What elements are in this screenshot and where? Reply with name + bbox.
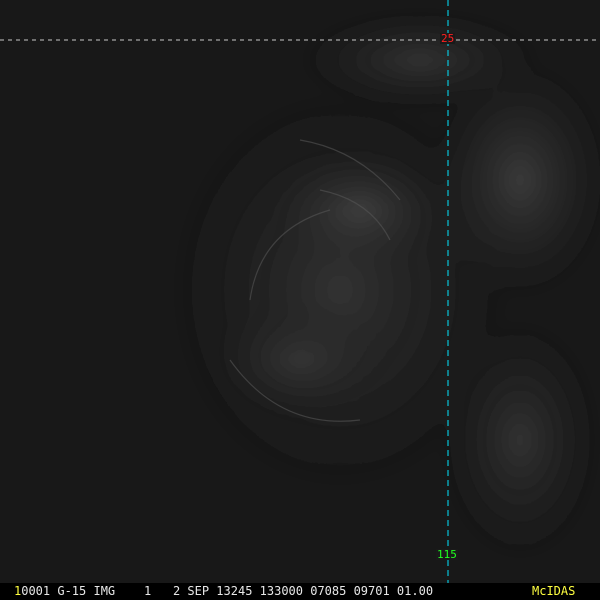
image-info: 0001 G-15 IMG 1 2 SEP 13245 133000 07085… xyxy=(21,584,434,598)
status-bar: 10001 G-15 IMG 1 2 SEP 13245 133000 0708… xyxy=(0,583,600,600)
latitude-label: 25 xyxy=(440,32,456,45)
satellite-imagery xyxy=(0,0,600,583)
brand-label: McIDAS xyxy=(532,584,576,598)
longitude-label: 115 xyxy=(436,548,458,561)
satellite-image-viewer: 25 115 10001 G-15 IMG 1 2 SEP 13245 1330… xyxy=(0,0,600,600)
